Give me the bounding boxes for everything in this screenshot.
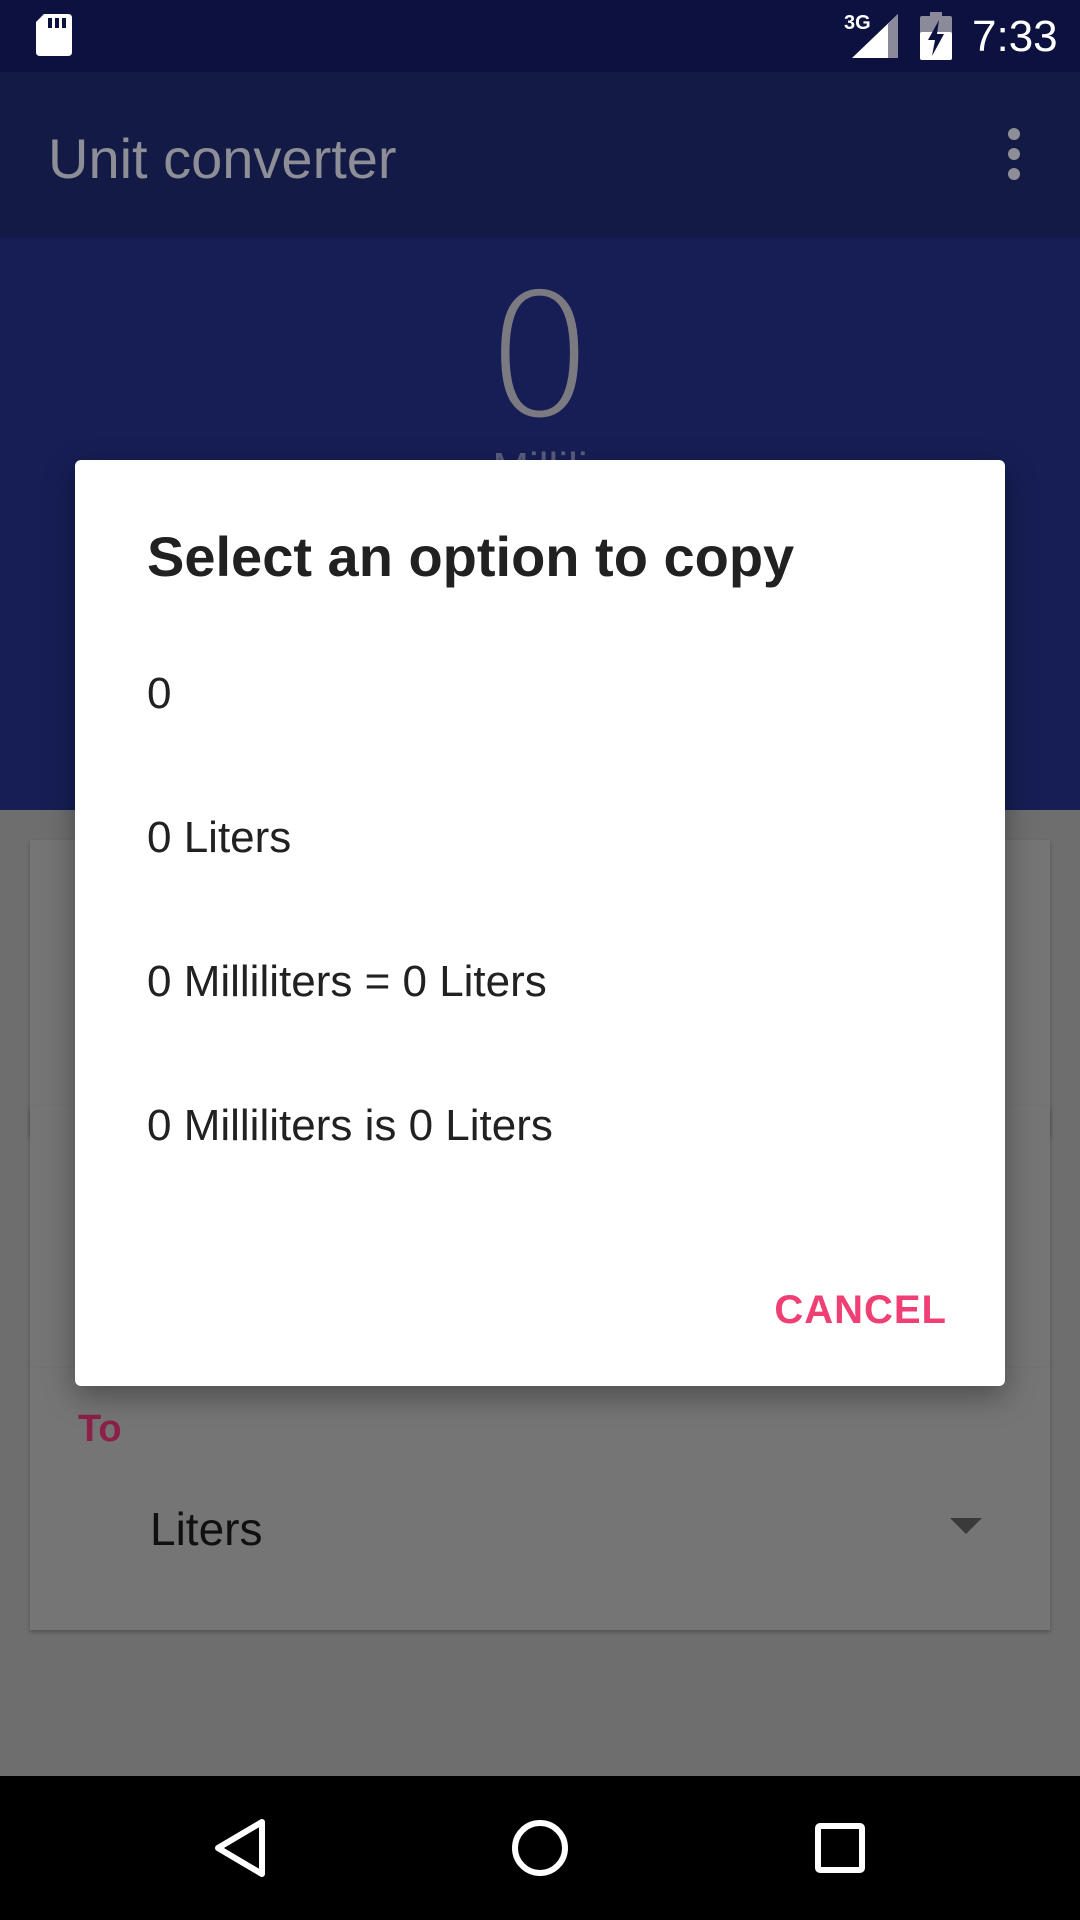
status-bar: 3G 7:33 xyxy=(0,0,1080,72)
home-icon[interactable] xyxy=(492,1800,588,1896)
result-value: 0 xyxy=(485,258,595,456)
copy-option-label: 0 Milliliters = 0 Liters xyxy=(147,957,547,1006)
copy-option[interactable]: 0 Liters xyxy=(75,766,1005,910)
to-unit-select[interactable]: Liters xyxy=(150,1502,262,1556)
to-card[interactable]: To Liters xyxy=(30,1368,1050,1630)
navigation-bar xyxy=(0,1776,1080,1920)
copy-option-label: 0 Milliliters is 0 Liters xyxy=(147,1101,553,1150)
signal-icon xyxy=(852,14,898,58)
cancel-button[interactable]: CANCEL xyxy=(763,1268,973,1352)
copy-option[interactable]: 0 Milliliters is 0 Liters xyxy=(75,1054,1005,1198)
recent-apps-icon[interactable] xyxy=(792,1800,888,1896)
copy-option[interactable]: 0 xyxy=(75,622,1005,766)
app-bar: Unit converter xyxy=(0,72,1080,238)
back-icon[interactable] xyxy=(192,1800,288,1896)
copy-option-dialog: Select an option to copy 0 0 Liters 0 Mi… xyxy=(75,460,1005,1386)
battery-charging-icon xyxy=(920,12,952,60)
to-label: To xyxy=(78,1408,122,1450)
status-clock: 7:33 xyxy=(972,12,1058,61)
sd-card-icon xyxy=(36,14,72,56)
overflow-menu-icon[interactable] xyxy=(996,128,1032,184)
dialog-title: Select an option to copy xyxy=(147,525,795,588)
app-title: Unit converter xyxy=(48,127,397,190)
copy-option[interactable]: 0 Milliliters = 0 Liters xyxy=(75,910,1005,1054)
copy-option-label: 0 Liters xyxy=(147,813,292,862)
copy-option-label: 0 xyxy=(147,669,172,718)
dropdown-arrow-icon[interactable] xyxy=(950,1518,982,1534)
